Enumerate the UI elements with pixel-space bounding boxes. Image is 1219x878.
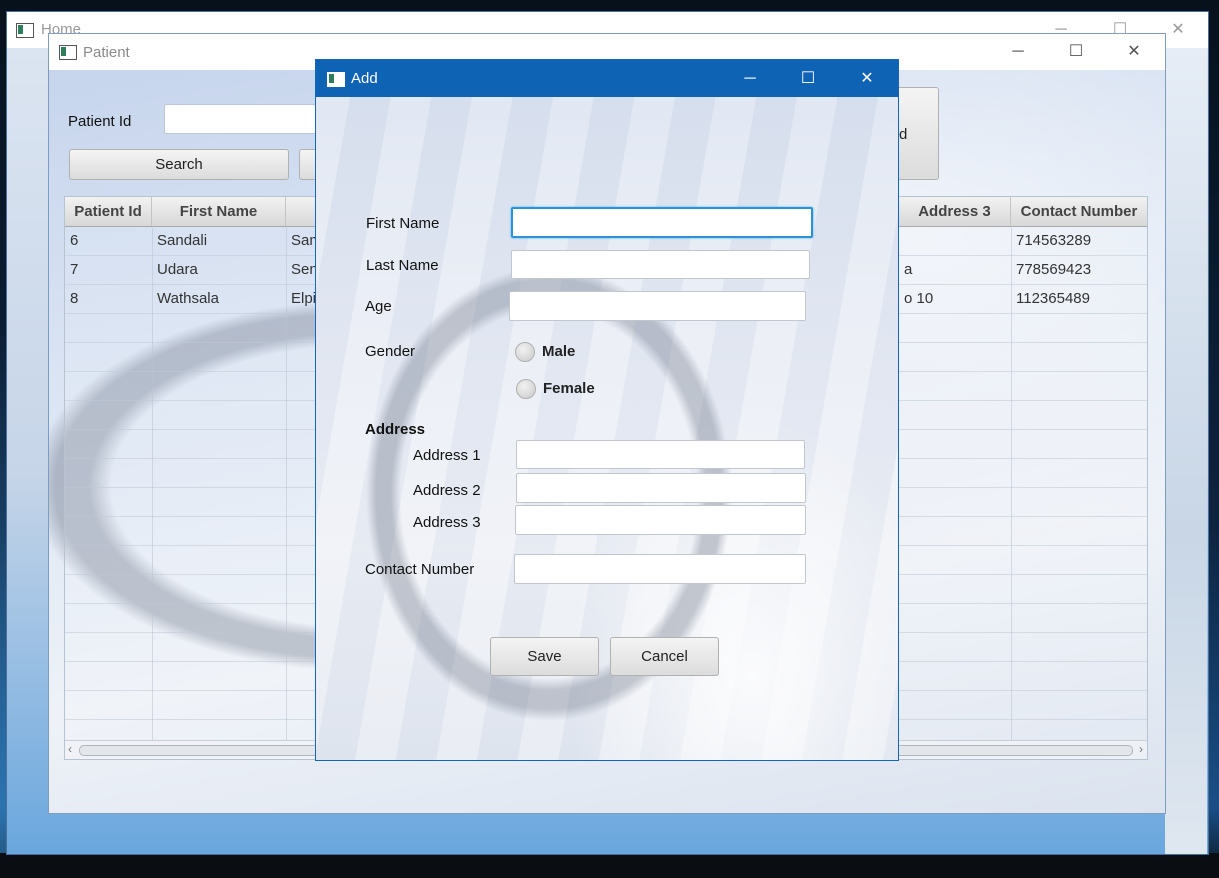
minimize-icon[interactable]: ─ [727,60,773,97]
cell-address-3 [899,226,904,255]
male-radio[interactable] [515,342,535,362]
close-icon[interactable]: ✕ [1111,34,1157,70]
save-button[interactable]: Save [490,637,599,676]
female-radio-label[interactable]: Female [543,380,595,397]
address-1-field[interactable] [516,440,805,469]
address-heading: Address [365,421,426,438]
cell-contact-number: 714563289 [1016,232,1092,249]
column-divider [152,226,153,740]
scroll-right-icon[interactable]: › [1139,742,1143,756]
cell-patient-id: 6 [70,232,79,249]
add-button[interactable]: d [894,87,939,180]
app-icon [16,23,34,38]
app-icon [59,45,77,60]
address-1-label: Address 1 [413,447,481,464]
column-header-address-3[interactable]: Address 3 [899,197,1011,226]
column-divider [1011,226,1012,740]
taskbar-edge [0,853,1219,878]
home-background-image [1165,48,1207,854]
patient-window-title: Patient [83,44,130,61]
address-3-field[interactable] [515,505,806,535]
minimize-icon[interactable]: ─ [995,34,1041,70]
contact-number-label: Contact Number [365,561,475,578]
patient-id-input[interactable] [164,104,326,134]
column-header-contact-number[interactable]: Contact Number [1011,197,1147,226]
female-radio[interactable] [516,379,536,399]
address-2-field[interactable] [516,473,806,503]
last-name-field[interactable] [511,250,810,279]
close-icon[interactable]: ✕ [844,60,890,97]
address-2-label: Address 2 [413,482,481,499]
cell-contact-number: 112365489 [1016,290,1090,307]
first-name-label: First Name [366,215,440,232]
column-divider [286,226,287,740]
add-window-title: Add [351,70,378,87]
cell-first-name: Sandali [157,232,208,249]
patient-id-label: Patient Id [68,113,132,130]
age-label: Age [365,298,392,315]
cell-first-name: Wathsala [157,290,219,307]
maximize-icon[interactable]: ☐ [785,60,831,97]
add-dialog: Add ─ ☐ ✕ First Name Last Name Age Gende… [315,59,899,761]
search-button[interactable]: Search [69,149,289,180]
contact-number-field[interactable] [514,554,806,584]
scroll-left-icon[interactable]: ‹ [68,742,72,756]
app-icon [327,72,345,87]
age-field[interactable] [509,291,806,321]
cell-first-name: Udara [157,261,198,278]
column-header-patient-id[interactable]: Patient Id [65,197,152,226]
address-3-label: Address 3 [413,514,481,531]
cell-address-3: a [904,261,913,278]
male-radio-label[interactable]: Male [542,343,575,360]
cell-contact-number: 778569423 [1016,261,1092,278]
column-header-first-name[interactable]: First Name [152,197,286,226]
cell-address-3: o 10 [904,290,934,307]
gender-label: Gender [365,343,416,360]
cell-patient-id: 7 [70,261,79,278]
maximize-icon[interactable]: ☐ [1053,34,1099,70]
add-titlebar[interactable]: Add ─ ☐ ✕ [316,60,898,97]
cell-patient-id: 8 [70,290,79,307]
cancel-button[interactable]: Cancel [610,637,719,676]
last-name-label: Last Name [366,257,439,274]
first-name-field[interactable] [511,207,813,238]
